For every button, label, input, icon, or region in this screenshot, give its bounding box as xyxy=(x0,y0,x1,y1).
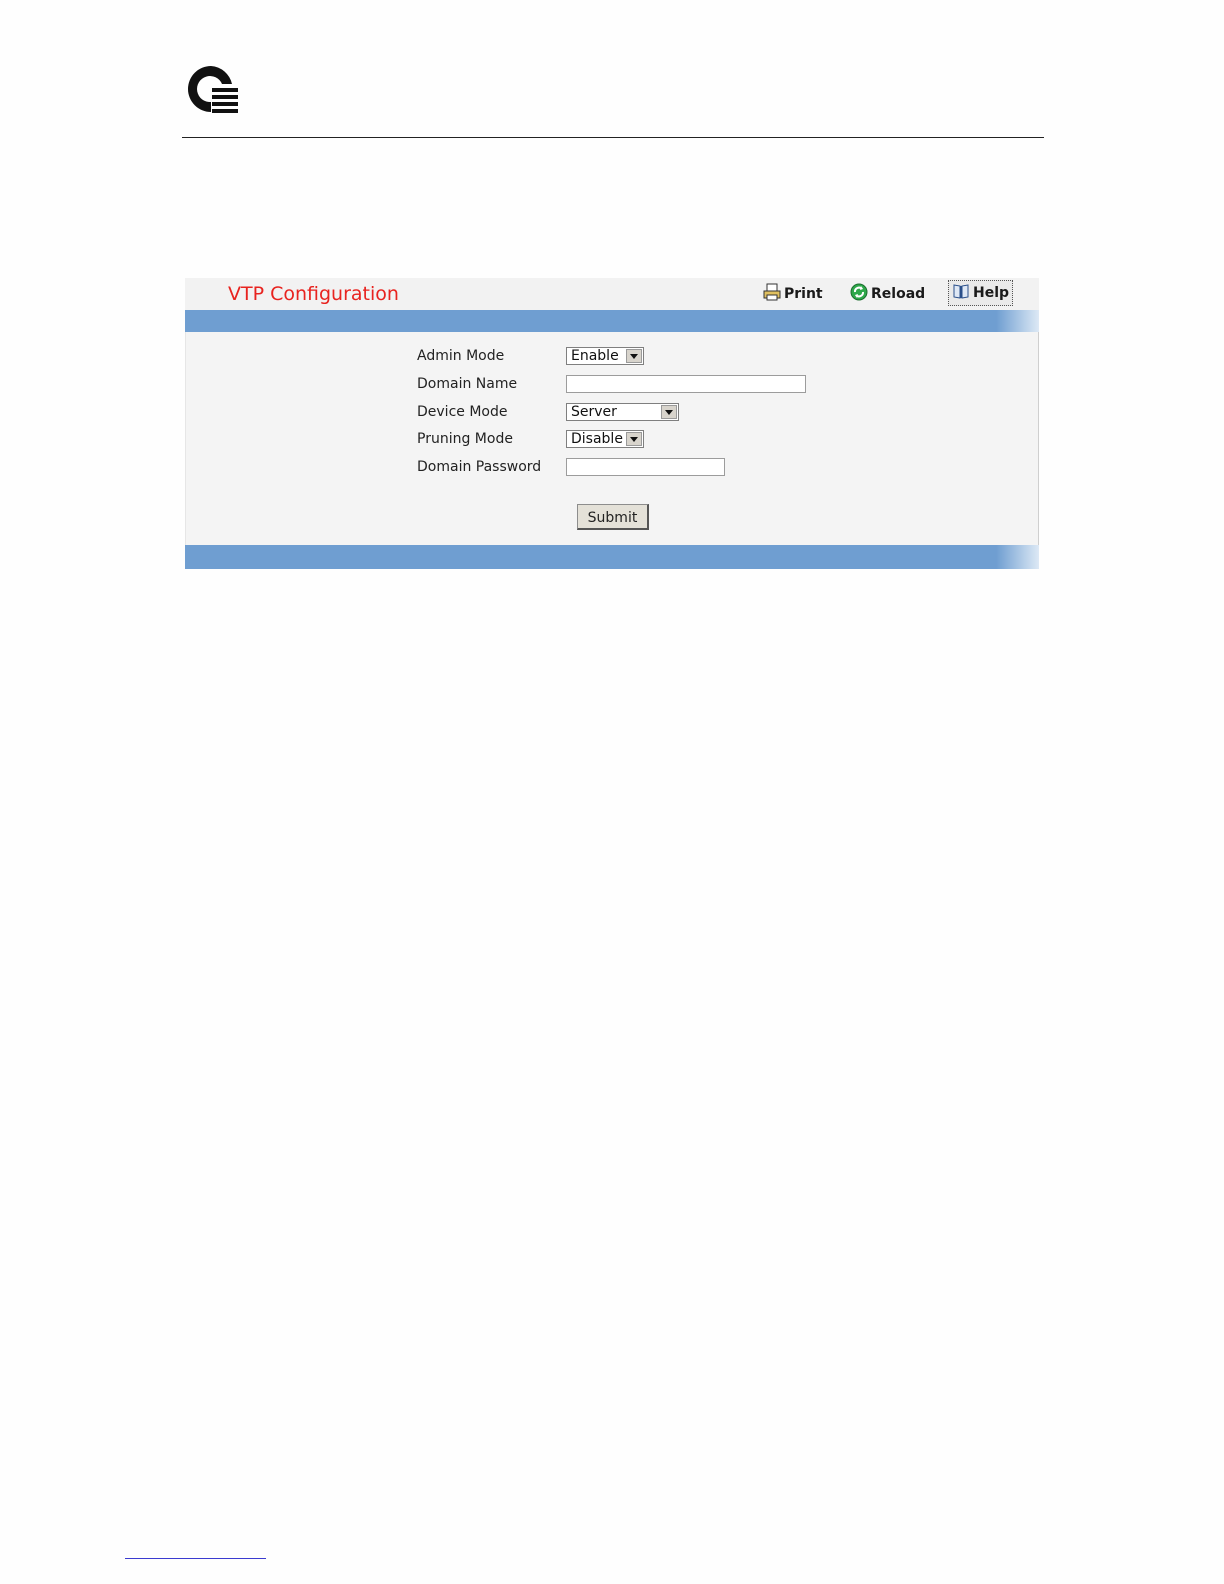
device-mode-select[interactable]: Server xyxy=(566,403,679,421)
panel-titlebar: VTP Configuration Print Reload Help xyxy=(185,278,1039,310)
chevron-down-icon xyxy=(661,405,677,419)
header-divider xyxy=(182,137,1044,138)
panel-footer-bar xyxy=(185,545,1039,569)
printer-icon xyxy=(763,283,784,305)
domain-password-input[interactable] xyxy=(566,458,725,476)
form-area: Admin Mode Enable Domain Name Device Mod… xyxy=(185,332,1039,545)
footer-link-underline xyxy=(125,1558,266,1559)
q-logo-icon xyxy=(184,62,240,118)
admin-mode-label: Admin Mode xyxy=(417,348,505,364)
help-label: Help xyxy=(973,285,1010,301)
reload-icon xyxy=(850,283,871,305)
book-icon xyxy=(952,282,973,304)
chevron-down-icon xyxy=(626,432,642,446)
print-label: Print xyxy=(784,286,823,302)
vtp-config-panel: VTP Configuration Print Reload Help Admi… xyxy=(185,278,1039,570)
print-button[interactable]: Print xyxy=(763,283,823,305)
panel-header-bar xyxy=(185,310,1039,332)
domain-password-label: Domain Password xyxy=(417,459,542,475)
pruning-mode-label: Pruning Mode xyxy=(417,431,513,447)
reload-button[interactable]: Reload xyxy=(850,283,925,305)
chevron-down-icon xyxy=(626,349,642,363)
device-mode-label: Device Mode xyxy=(417,404,508,420)
help-button[interactable]: Help xyxy=(948,280,1014,306)
domain-name-label: Domain Name xyxy=(417,376,518,392)
pruning-mode-value: Disable xyxy=(571,431,623,447)
device-mode-value: Server xyxy=(571,404,617,420)
domain-name-input[interactable] xyxy=(566,375,806,393)
submit-button[interactable]: Submit xyxy=(577,504,649,530)
admin-mode-value: Enable xyxy=(571,348,619,364)
page-title: VTP Configuration xyxy=(228,283,399,305)
pruning-mode-select[interactable]: Disable xyxy=(566,430,644,448)
reload-label: Reload xyxy=(871,286,926,302)
admin-mode-select[interactable]: Enable xyxy=(566,347,644,365)
